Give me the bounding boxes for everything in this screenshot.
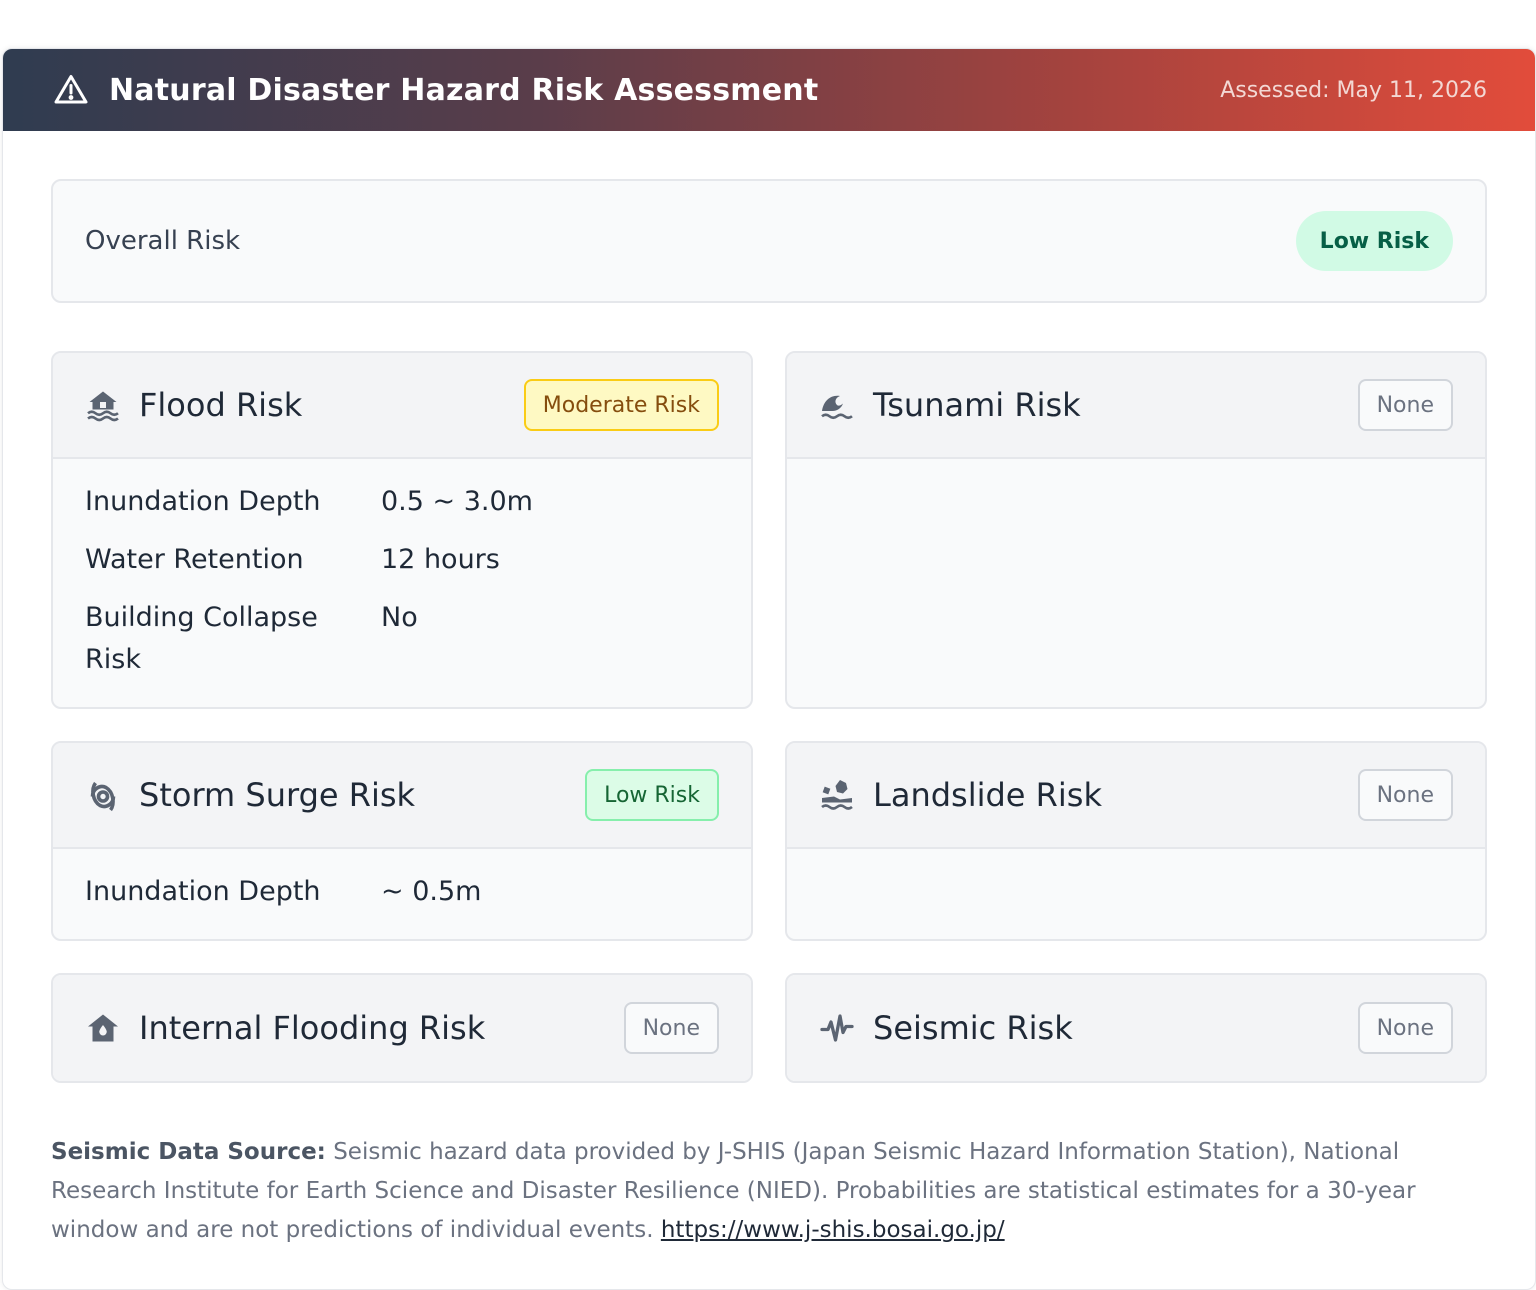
overall-risk-badge: Low Risk: [1295, 211, 1453, 271]
landslide-icon: [819, 777, 855, 813]
risk-badge: Moderate Risk: [523, 379, 719, 431]
wave-icon: [819, 387, 855, 423]
card-header: Internal Flooding Risk None: [53, 975, 751, 1081]
detail-row: Inundation Depth ~ 0.5m: [85, 871, 719, 913]
card-title: Flood Risk: [139, 386, 303, 424]
detail-label: Building Collapse Risk: [85, 602, 318, 675]
detail-label: Inundation Depth: [85, 876, 321, 907]
overall-risk-label: Overall Risk: [85, 226, 241, 256]
data-source-link[interactable]: https://www.j-shis.bosai.go.jp/: [661, 1217, 1005, 1243]
assessed-date: Assessed: May 11, 2026: [1220, 77, 1487, 103]
seismic-risk-card: Seismic Risk None: [785, 973, 1487, 1083]
card-header: Storm Surge Risk Low Risk: [53, 743, 751, 849]
header-title-group: Natural Disaster Hazard Risk Assessment: [53, 72, 818, 108]
card-title: Tsunami Risk: [873, 386, 1081, 424]
card-title: Landslide Risk: [873, 776, 1102, 814]
seismic-wave-icon: [819, 1010, 855, 1046]
detail-value: 12 hours: [381, 544, 500, 575]
card-title: Seismic Risk: [873, 1009, 1073, 1047]
risk-badge: None: [1357, 379, 1453, 431]
page-title: Natural Disaster Hazard Risk Assessment: [109, 72, 819, 108]
card-title: Internal Flooding Risk: [139, 1009, 486, 1047]
data-source-label: Seismic Data Source:: [51, 1139, 326, 1165]
risk-badge: Low Risk: [585, 769, 719, 821]
risk-badge: None: [623, 1002, 719, 1054]
warning-triangle-icon: [53, 72, 89, 108]
detail-label: Inundation Depth: [85, 486, 321, 517]
card-header: Seismic Risk None: [787, 975, 1485, 1081]
flood-risk-card: Flood Risk Moderate Risk Inundation Dept…: [51, 351, 753, 709]
detail-value: 0.5 ~ 3.0m: [381, 486, 533, 517]
card-header: Landslide Risk None: [787, 743, 1485, 849]
detail-label: Water Retention: [85, 544, 304, 575]
risk-card-grid: Flood Risk Moderate Risk Inundation Dept…: [51, 351, 1487, 1083]
risk-badge: None: [1357, 1002, 1453, 1054]
risk-badge: None: [1357, 769, 1453, 821]
detail-row: Inundation Depth 0.5 ~ 3.0m: [85, 481, 719, 523]
landslide-risk-card: Landslide Risk None: [785, 741, 1487, 941]
assessment-panel: Natural Disaster Hazard Risk Assessment …: [2, 48, 1536, 1290]
house-icon: [85, 1010, 121, 1046]
detail-row: Building Collapse Risk No: [85, 597, 719, 681]
card-header: Tsunami Risk None: [787, 353, 1485, 459]
tsunami-risk-card: Tsunami Risk None: [785, 351, 1487, 709]
data-source-note: Seismic Data Source: Seismic hazard data…: [51, 1133, 1471, 1250]
card-title: Storm Surge Risk: [139, 776, 416, 814]
header-bar: Natural Disaster Hazard Risk Assessment …: [3, 49, 1535, 131]
overall-risk-box: Overall Risk Low Risk: [51, 179, 1487, 303]
card-header: Flood Risk Moderate Risk: [53, 353, 751, 459]
house-flood-icon: [85, 387, 121, 423]
detail-value: ~ 0.5m: [381, 876, 482, 907]
storm-surge-risk-card: Storm Surge Risk Low Risk Inundation Dep…: [51, 741, 753, 941]
hurricane-icon: [85, 777, 121, 813]
detail-row: Water Retention 12 hours: [85, 539, 719, 581]
internal-flooding-risk-card: Internal Flooding Risk None: [51, 973, 753, 1083]
detail-value: No: [381, 602, 418, 633]
